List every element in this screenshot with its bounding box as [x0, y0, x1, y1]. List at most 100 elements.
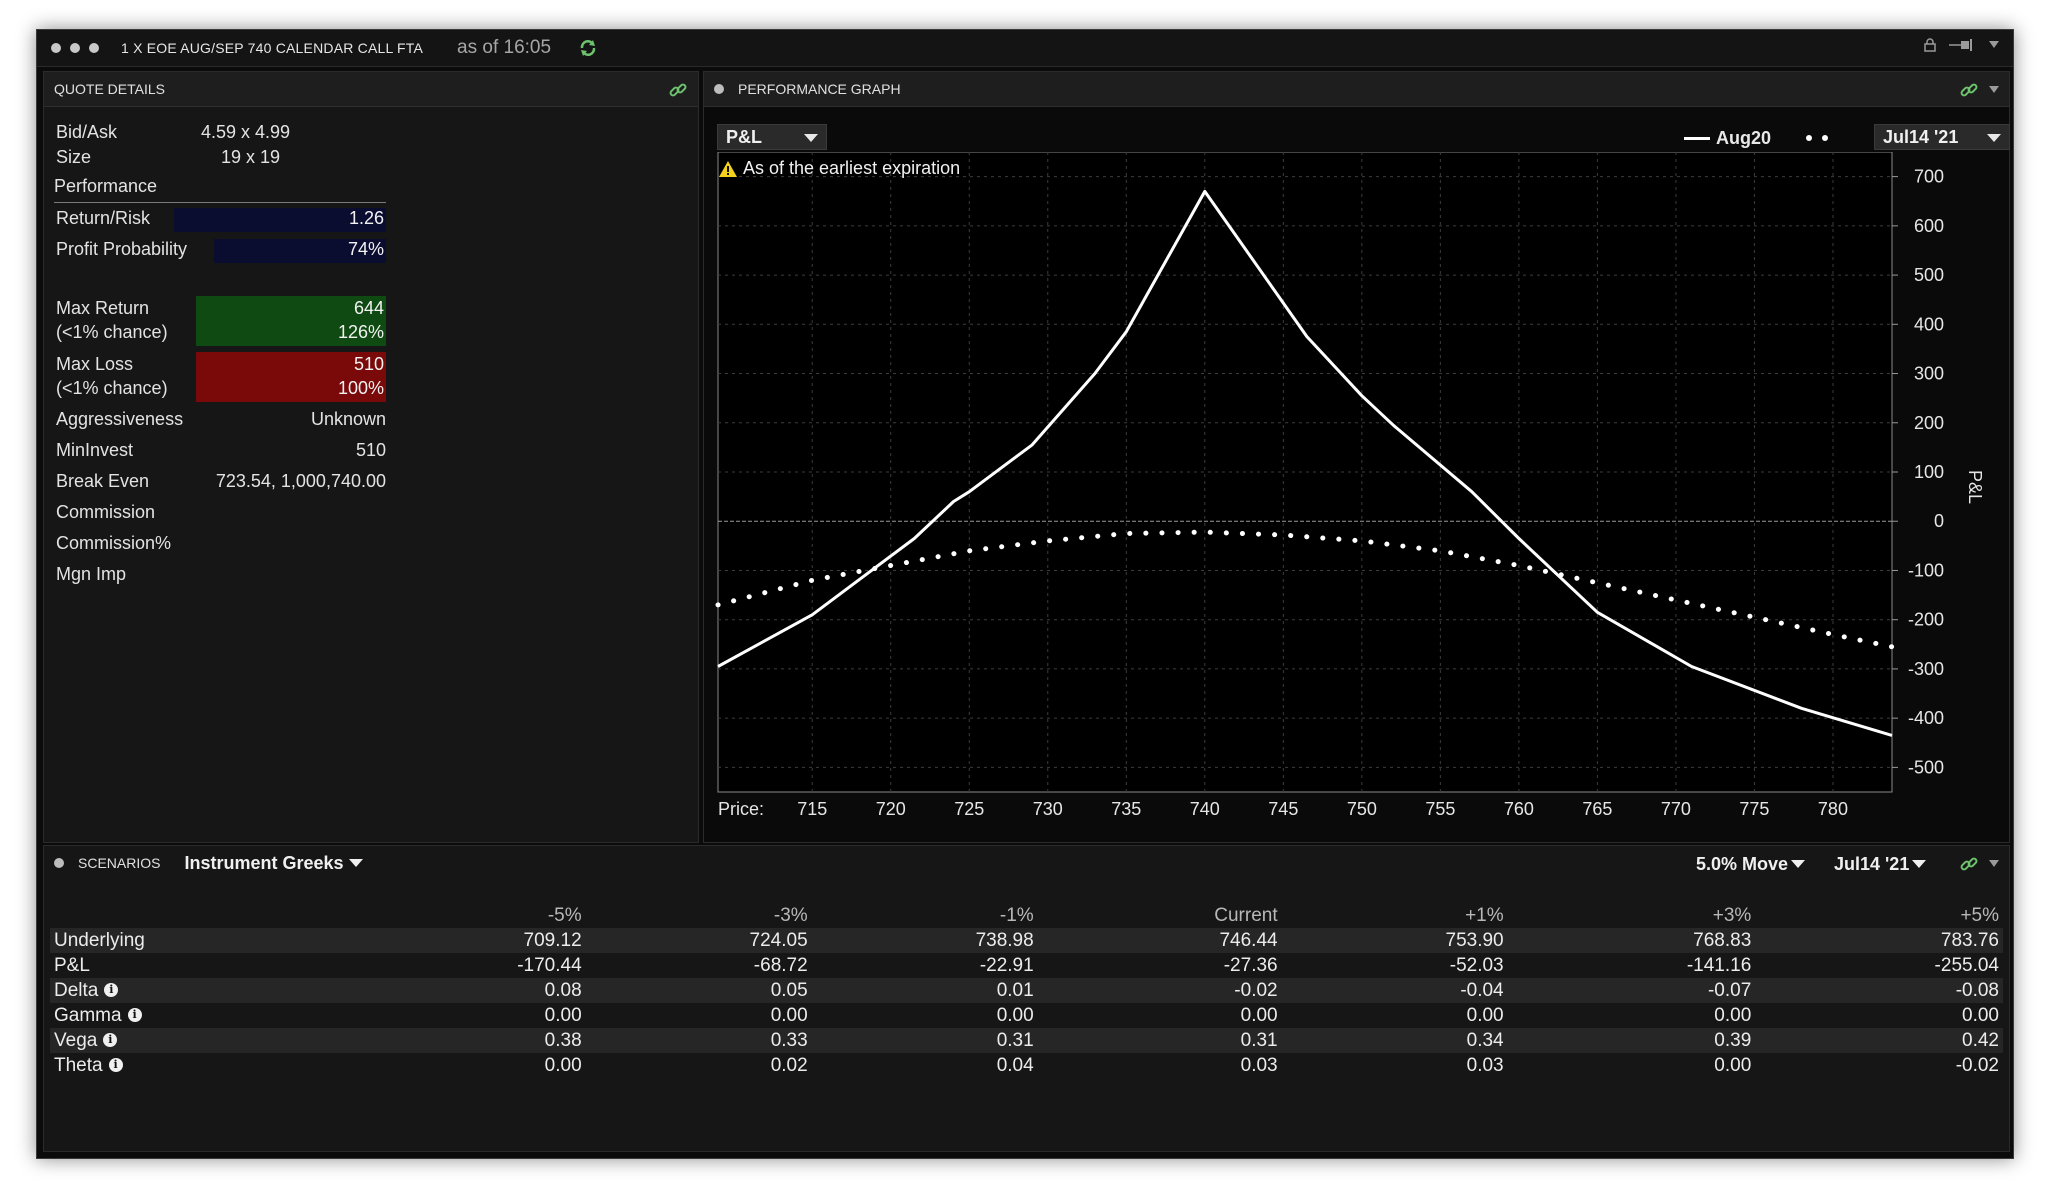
x-tick-label: 770	[1661, 799, 1691, 819]
y-tick-label: 500	[1914, 265, 1944, 285]
column-header: +3%	[1712, 904, 1752, 926]
row-label-text: Delta	[54, 979, 99, 1001]
link-icon[interactable]	[668, 80, 688, 100]
greeks-mode-value: Instrument Greeks	[184, 852, 344, 873]
table-cell: -0.08	[1755, 978, 2003, 1003]
chevron-down-icon[interactable]	[1989, 86, 1999, 94]
y-tick-label: -100	[1908, 560, 1944, 580]
window-menu-dot[interactable]	[89, 43, 99, 53]
table-cell: 0.00	[544, 1054, 582, 1076]
row-label: Gamma i	[50, 1003, 338, 1028]
scenarios-panel: SCENARIOS Instrument Greeks 5.0% Move Ju…	[43, 845, 2010, 1152]
quote-details-header: QUOTE DETAILS	[44, 72, 698, 107]
row-label-text: P&L	[54, 954, 90, 976]
info-icon[interactable]: i	[108, 1058, 123, 1073]
panel-menu-dot[interactable]	[714, 84, 724, 94]
mininvest-value: 510	[355, 440, 386, 460]
bid-ask-label: Bid/Ask	[56, 122, 118, 142]
commission-row: Commission	[56, 502, 386, 526]
table-cell: 0.00	[1714, 1054, 1752, 1076]
table-cell: 0.42	[1755, 1028, 2003, 1053]
column-header: +1%	[1465, 904, 1504, 926]
size-row: Size 19 x 19	[56, 147, 386, 171]
pin-icon[interactable]	[1949, 38, 1977, 52]
table-cell: 0.03	[1466, 1054, 1504, 1076]
window-controls	[1923, 38, 1999, 52]
metric-select[interactable]: P&L	[717, 124, 827, 150]
performance-graph-header: PERFORMANCE GRAPH	[704, 72, 2009, 107]
table-cell: 0.34	[1281, 1028, 1508, 1053]
refresh-icon[interactable]	[577, 37, 599, 59]
header-blank-cell	[50, 903, 338, 928]
mininvest-row: MinInvest 510	[56, 440, 386, 464]
x-tick-label: 745	[1268, 799, 1298, 819]
max-return-pct: 126%	[337, 322, 384, 342]
greeks-mode-select[interactable]: Instrument Greeks	[184, 852, 363, 874]
profit-probability-label: Profit Probability	[56, 239, 188, 259]
lock-icon[interactable]	[1923, 38, 1937, 52]
mgn-imp-label: Mgn Imp	[56, 564, 127, 584]
x-tick-label: 775	[1739, 799, 1769, 819]
max-loss-value: 510	[353, 354, 384, 374]
return-risk-value: 1.26	[348, 208, 384, 228]
move-value: 5.0% Move	[1696, 854, 1789, 874]
max-return-sub: (<1% chance)	[56, 322, 168, 342]
y-tick-label: -300	[1908, 659, 1944, 679]
max-return-label: Max Return	[56, 298, 150, 318]
link-icon[interactable]	[1959, 80, 1979, 100]
aggressiveness-value: Unknown	[310, 409, 386, 429]
table-cell: 746.44	[1037, 928, 1282, 953]
date-select[interactable]: Jul14 '21	[1874, 124, 2010, 150]
caret-down-icon	[1987, 134, 2001, 142]
max-loss-sub: (<1% chance)	[56, 378, 168, 398]
trader-window: 1 X EOE AUG/SEP 740 CALENDAR CALL FTA as…	[36, 29, 2014, 1159]
panel-title: SCENARIOS	[78, 855, 161, 871]
row-label: Underlying	[50, 928, 338, 953]
table-cell: 0.00	[544, 1004, 582, 1026]
window-menu-dot[interactable]	[51, 43, 61, 53]
column-header: -5%	[547, 904, 582, 926]
move-select[interactable]: 5.0% Move	[1696, 854, 1806, 875]
caret-down-icon	[1791, 860, 1806, 868]
row-label: Delta i	[50, 978, 338, 1003]
x-tick-label: 730	[1033, 799, 1063, 819]
y-tick-label: 700	[1914, 167, 1944, 187]
window-title: 1 X EOE AUG/SEP 740 CALENDAR CALL FTA	[121, 40, 424, 56]
info-icon[interactable]: i	[104, 983, 119, 998]
warning-text: As of the earliest expiration	[743, 158, 961, 178]
max-return-row: Max Return (<1% chance) 644 126%	[56, 296, 386, 346]
quote-details-panel: QUOTE DETAILS Bid/Ask 4.59 x 4.99 Size 1…	[43, 71, 699, 843]
info-icon[interactable]: i	[127, 1008, 142, 1023]
table-cell: -0.02	[1037, 978, 1282, 1003]
chevron-down-icon[interactable]	[1989, 41, 1999, 49]
x-tick-label: 725	[954, 799, 984, 819]
table-cell: 0.38	[338, 1028, 586, 1053]
table-cell: 0.31	[1037, 1028, 1282, 1053]
commission-label: Commission	[56, 502, 156, 522]
scenario-date-select[interactable]: Jul14 '21	[1834, 854, 1927, 875]
info-icon[interactable]: i	[103, 1033, 118, 1048]
panel-menu-dot[interactable]	[54, 858, 64, 868]
pnl-chart[interactable]: 715 720 725 730 735 740 745 750 755 760 765 770 775 7…	[704, 152, 2009, 842]
size-value: 19 x 19	[221, 147, 281, 167]
row-label: Theta i	[50, 1053, 338, 1078]
y-tick-label: 600	[1914, 216, 1944, 236]
break-even-label: Break Even	[56, 471, 150, 491]
performance-graph-panel: PERFORMANCE GRAPH P&L Aug20 Jul14 '21 71…	[703, 71, 2010, 843]
scenario-table: -5% -3% -1% Current +1% +3% +5% Underlying 709.1…	[50, 903, 2003, 1078]
return-risk-label: Return/Risk	[56, 208, 151, 228]
chevron-down-icon[interactable]	[1989, 860, 1999, 868]
as-of-time: as of 16:05	[457, 37, 552, 58]
table-cell: 0.02	[770, 1054, 808, 1076]
row-label-text: Gamma	[54, 1004, 122, 1026]
x-tick-label: 715	[797, 799, 827, 819]
row-label: P&L	[50, 953, 338, 978]
window-menu-dot[interactable]	[70, 43, 80, 53]
y-tick-label: -500	[1908, 757, 1944, 777]
caret-down-icon	[804, 134, 818, 142]
return-risk-row: Return/Risk 1.26	[56, 208, 386, 232]
table-cell: 0.31	[811, 1028, 1038, 1053]
commission-pct-row: Commission%	[56, 533, 386, 557]
link-icon[interactable]	[1959, 854, 1979, 874]
table-cell: 0.04	[996, 1054, 1034, 1076]
